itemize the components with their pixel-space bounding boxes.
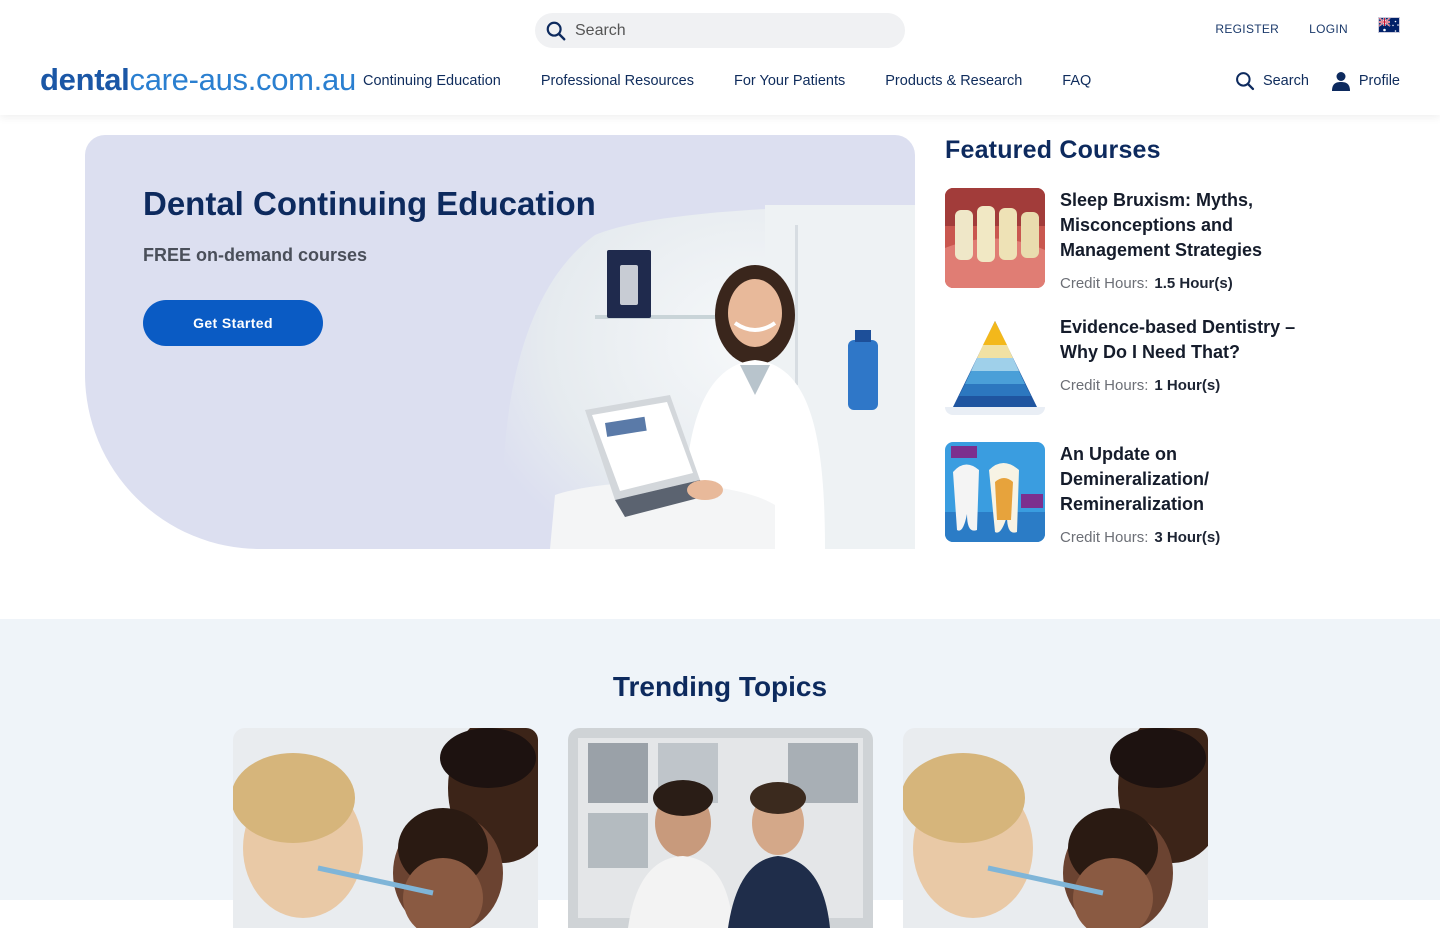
course-credit-hours: Credit Hours: 1 Hour(s) (1060, 377, 1220, 394)
credit-label: Credit Hours: (1060, 529, 1149, 546)
nav-products-research[interactable]: Products & Research (885, 73, 1022, 89)
get-started-button[interactable]: Get Started (143, 300, 323, 346)
search-input[interactable] (575, 21, 875, 40)
profile-button[interactable]: Profile (1331, 71, 1400, 91)
trending-topics-section: Trending Topics (0, 619, 1440, 928)
nav-for-your-patients[interactable]: For Your Patients (734, 73, 845, 89)
logo-light-text: care-aus.com.au (129, 62, 357, 97)
account-links: REGISTER LOGIN (1185, 17, 1400, 37)
credit-label: Credit Hours: (1060, 275, 1149, 292)
profile-label: Profile (1358, 73, 1400, 89)
nav-professional-resources[interactable]: Professional Resources (541, 73, 694, 89)
site-logo[interactable]: dentalcare-aus.com.au (40, 62, 356, 98)
user-icon (1331, 72, 1350, 91)
credit-value: 3 Hour(s) (1154, 529, 1221, 546)
logo-bold-text: dental (40, 62, 130, 97)
credit-value: 1.5 Hour(s) (1154, 275, 1233, 292)
course-credit-hours: Credit Hours: 3 Hour(s) (1060, 529, 1220, 546)
trending-card-consultation-image[interactable] (568, 728, 873, 928)
course-title[interactable]: An Update on Demineralization/ Remineral… (1060, 442, 1300, 517)
featured-courses-heading: Featured Courses (945, 136, 1161, 164)
course-thumbnail-bruxism (945, 188, 1045, 288)
course-title[interactable]: Evidence-based Dentistry – Why Do I Need… (1060, 315, 1300, 365)
course-title[interactable]: Sleep Bruxism: Myths, Misconceptions and… (1060, 188, 1300, 263)
hero-subtitle: FREE on-demand courses (143, 245, 368, 265)
nav-continuing-education[interactable]: Continuing Education (363, 73, 501, 89)
trending-topics-heading: Trending Topics (612, 671, 828, 702)
main-nav: Continuing Education Professional Resour… (363, 73, 1131, 89)
header-search-button[interactable]: Search (1235, 71, 1309, 91)
course-thumbnail-demineralization (945, 442, 1045, 542)
register-link[interactable]: REGISTER (1215, 22, 1279, 36)
trending-card-pediatric-image[interactable] (233, 728, 538, 928)
credit-label: Credit Hours: (1060, 377, 1149, 394)
nav-faq[interactable]: FAQ (1062, 73, 1091, 89)
search-icon (546, 21, 566, 40)
header-search-label: Search (1262, 73, 1309, 89)
trending-card-pediatric-image[interactable] (903, 728, 1208, 928)
top-search-bar[interactable] (535, 13, 905, 48)
site-header: REGISTER LOGIN dentalcare-aus.com.au Con… (0, 0, 1440, 115)
hero-banner: Dental Continuing Education FREE on-dema… (85, 135, 915, 549)
search-icon (1236, 72, 1255, 91)
credit-value: 1 Hour(s) (1154, 377, 1221, 394)
course-credit-hours: Credit Hours: 1.5 Hour(s) (1060, 275, 1233, 292)
dentist-with-tablet-image (503, 205, 915, 549)
course-thumbnail-evidence-pyramid (945, 315, 1045, 415)
australia-flag-icon[interactable] (1378, 17, 1400, 33)
login-link[interactable]: LOGIN (1309, 22, 1348, 36)
utility-nav: Search Profile (1235, 71, 1400, 91)
